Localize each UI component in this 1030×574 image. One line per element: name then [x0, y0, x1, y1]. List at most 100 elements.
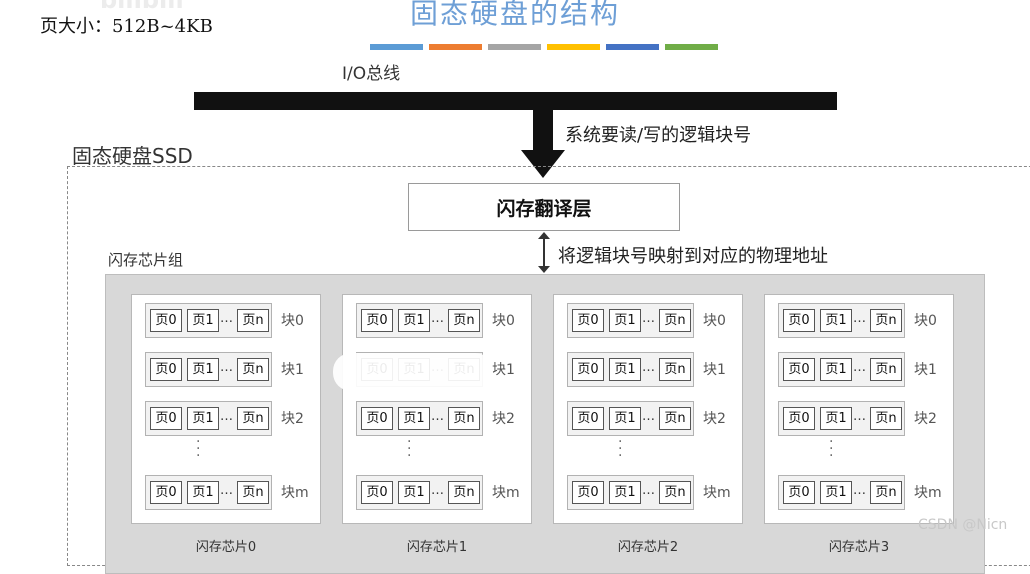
flash-page: 页n	[237, 358, 269, 381]
flash-block: 页0页1页n…	[145, 475, 272, 510]
block-label: 块m	[492, 485, 520, 501]
flash-page: 页1	[398, 481, 430, 504]
block-label: 块m	[703, 485, 731, 501]
flash-block: 页0页1页n…	[778, 303, 905, 338]
block-label: 块m	[281, 485, 309, 501]
flash-page: 页n	[870, 358, 902, 381]
flash-page: 页0	[572, 309, 604, 332]
flash-block: 页0页1 页n …	[567, 303, 694, 338]
flash-page: 页0	[150, 309, 182, 332]
io-bus	[194, 92, 837, 110]
block-label: 块1	[914, 362, 937, 378]
flash-page: 页n	[870, 481, 902, 504]
page-ellipsis: …	[220, 409, 233, 424]
flash-block: 页0页1页n…	[145, 352, 272, 387]
flash-block: 页0页1 页n …	[356, 303, 483, 338]
block-label: 块2	[281, 411, 304, 427]
flash-page: 页n	[659, 481, 691, 504]
flash-page: 页0	[572, 358, 604, 381]
flash-page: 页1	[820, 309, 852, 332]
redaction-smudge	[333, 353, 493, 391]
flash-page: 页n	[659, 407, 691, 430]
page-ellipsis: …	[642, 311, 655, 326]
flash-page: 页1	[820, 407, 852, 430]
color-strip-segment	[547, 44, 600, 50]
request-arrow-shaft	[533, 92, 553, 152]
block-label: 块1	[492, 362, 515, 378]
flash-block: 页0页1页n…	[356, 475, 483, 510]
flash-page: 页0	[572, 481, 604, 504]
flash-page: 页1	[187, 407, 219, 430]
page-ellipsis: …	[642, 409, 655, 424]
flash-page: 页1	[187, 358, 219, 381]
flash-page: 页n	[448, 407, 480, 430]
page-ellipsis: …	[220, 311, 233, 326]
page-ellipsis: …	[431, 311, 444, 326]
block-label: 块0	[703, 313, 726, 329]
flash-page: 页n	[870, 309, 902, 332]
flash-page: 页1	[609, 309, 641, 332]
page-ellipsis: …	[220, 360, 233, 375]
flash-page: 页0	[783, 407, 815, 430]
chip-group-label: 闪存芯片组	[108, 251, 184, 269]
page-ellipsis: …	[853, 409, 866, 424]
request-label: 系统要读/写的逻辑块号	[565, 125, 752, 146]
flash-chip: 页0页1页n…块0页0页1页n…块1页0页1页n…块2页0页1页n…块m···	[333, 294, 532, 524]
down-arrow-icon	[538, 266, 550, 273]
block-label: 块0	[281, 313, 304, 329]
block-label: 块2	[703, 411, 726, 427]
watermark: CSDN @Nicn	[918, 517, 1008, 533]
flash-block: 页0页1 页n …	[567, 401, 694, 436]
flash-page: 页n	[659, 358, 691, 381]
vertical-ellipsis: · · ·	[618, 434, 623, 464]
diagram-title: 固态硬盘的结构	[409, 0, 620, 30]
flash-page: 页n	[237, 407, 269, 430]
flash-page: 页1	[609, 481, 641, 504]
up-arrow-icon	[538, 232, 550, 239]
flash-page: 页1	[820, 358, 852, 381]
flash-page: 页0	[361, 309, 393, 332]
block-label: 块1	[281, 362, 304, 378]
flash-chip: 页0页1页n…块0页0页1页n…块1页0页1页n…块2页0页1页n…块m···	[131, 294, 321, 524]
block-label: 块0	[492, 313, 515, 329]
flash-page: 页n	[448, 309, 480, 332]
block-label: 块0	[914, 313, 937, 329]
flash-block: 页0页1 页n …	[567, 475, 694, 510]
chip-name: 闪存芯片1	[406, 540, 468, 555]
flash-page: 页1	[609, 407, 641, 430]
vertical-ellipsis: · · ·	[829, 434, 834, 464]
flash-page: 页n	[659, 309, 691, 332]
flash-page: 页1	[820, 481, 852, 504]
flash-block: 页0页1页n…	[778, 401, 905, 436]
flash-page: 页n	[237, 309, 269, 332]
flash-page: 页0	[572, 407, 604, 430]
page-ellipsis: …	[431, 409, 444, 424]
flash-page: 页1	[187, 309, 219, 332]
flash-block: 页0页1 页n …	[145, 401, 272, 436]
flash-page: 页0	[361, 481, 393, 504]
ssd-label: 固态硬盘SSD	[72, 144, 193, 168]
flash-block: 页0页1 页n …	[145, 303, 272, 338]
color-strip-segment	[665, 44, 718, 50]
flash-translation-layer: 闪存翻译层	[408, 183, 680, 231]
mapping-label: 将逻辑块号映射到对应的物理地址	[558, 246, 828, 267]
flash-page: 页1	[398, 309, 430, 332]
flash-chip: 页0页1页n…块0页0页1页n…块1页0页1页n…块2页0页1页n…块m···	[553, 294, 743, 524]
flash-page: 页0	[361, 407, 393, 430]
flash-block: 页0页1页n…	[567, 352, 694, 387]
chip-name: 闪存芯片2	[617, 540, 679, 555]
page-ellipsis: …	[642, 483, 655, 498]
chip-name: 闪存芯片0	[195, 540, 257, 555]
block-label: 块2	[492, 411, 515, 427]
flash-block: 页0页1页n…	[778, 352, 905, 387]
flash-page: 页0	[150, 481, 182, 504]
flash-page: 页0	[150, 407, 182, 430]
flash-page: 页1	[187, 481, 219, 504]
page-ellipsis: …	[431, 483, 444, 498]
color-strip-segment	[606, 44, 659, 50]
page-ellipsis: …	[642, 360, 655, 375]
vertical-ellipsis: · · ·	[196, 434, 201, 464]
color-strip-segment	[429, 44, 482, 50]
page-ellipsis: …	[220, 483, 233, 498]
flash-page: 页1	[398, 407, 430, 430]
